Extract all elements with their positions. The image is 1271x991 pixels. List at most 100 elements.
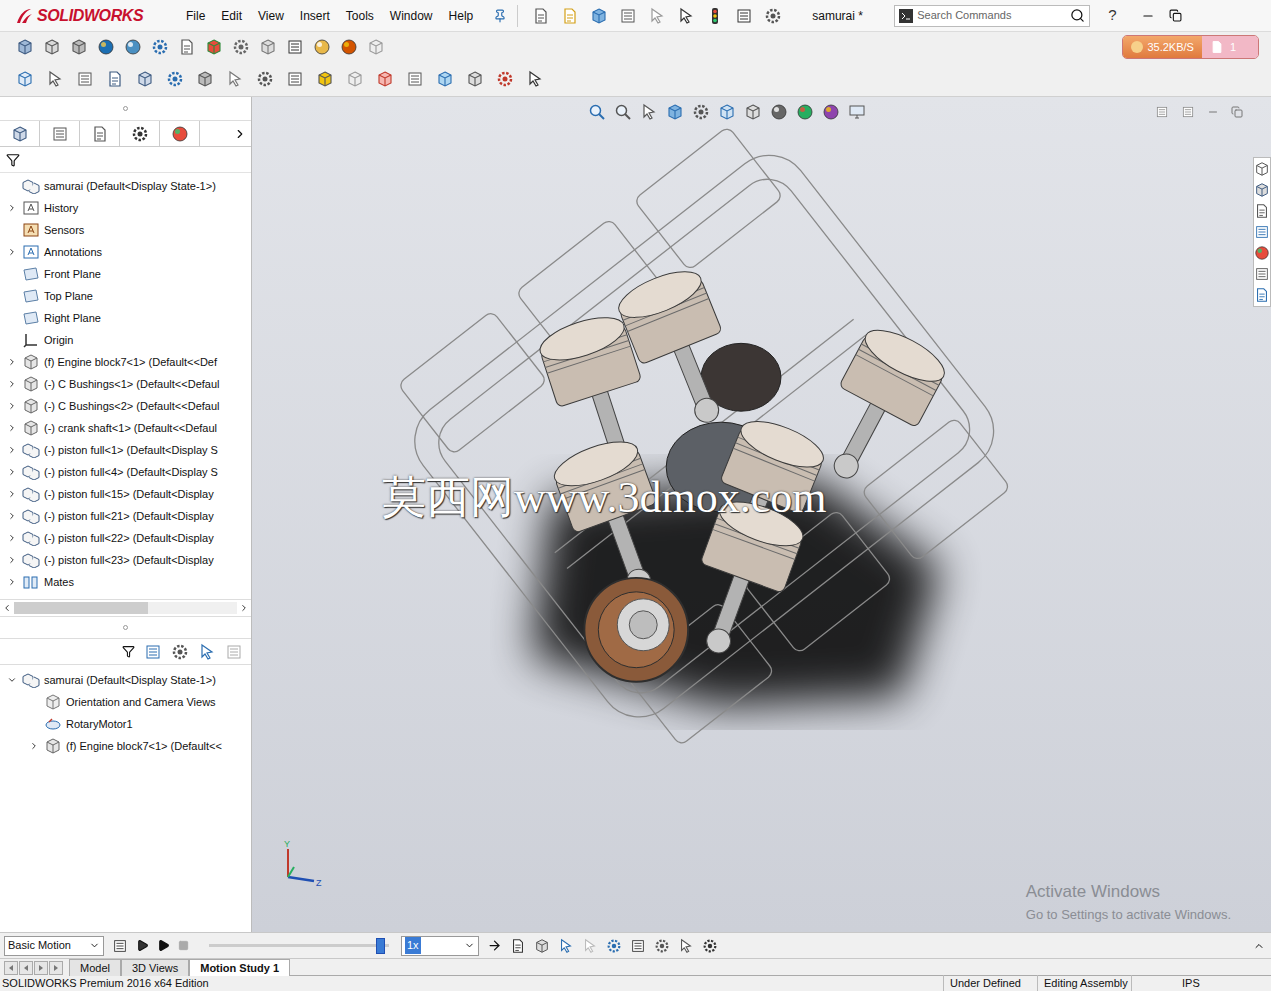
tree-item[interactable]: samurai (Default<Display State-1>) [0,175,251,197]
minimize-icon[interactable] [1141,9,1155,23]
collapsed-arrow-icon[interactable] [7,357,17,367]
property-manager-icon[interactable] [51,125,69,143]
tree-item[interactable]: Front Plane [0,263,251,285]
filter-icon[interactable] [122,645,135,658]
add-key-icon[interactable] [582,938,598,954]
scenes-icon[interactable] [822,103,840,121]
tab[interactable]: 3D Views [121,959,189,976]
stop-icon[interactable] [178,940,189,951]
tree-item[interactable]: (-) piston full<4> (Default<Display S [0,461,251,483]
render-icon[interactable] [367,38,385,56]
collapsed-arrow-icon[interactable] [7,423,17,433]
collapse-icon[interactable] [1253,940,1265,952]
collapsed-arrow-icon[interactable] [7,203,17,213]
tree-item[interactable]: (-) piston full<1> (Default<Display S [0,439,251,461]
tree-item[interactable]: (f) Engine block7<1> (Default<< [0,735,251,757]
more-tabs-icon[interactable] [233,127,247,141]
filter-results-icon[interactable] [225,643,243,661]
view-settings-icon[interactable] [848,103,866,121]
menu-item[interactable]: Tools [338,7,382,25]
pin-icon[interactable] [493,9,507,23]
dropdown-icon[interactable] [464,940,475,951]
sketch-icon[interactable] [286,38,304,56]
collapsed-arrow-icon[interactable] [7,379,17,389]
hole-icon[interactable] [436,70,454,88]
properties-icon[interactable] [1254,266,1270,282]
split-left-icon[interactable] [1155,105,1169,119]
collapsed-arrow-icon[interactable] [7,445,17,455]
feature-tree-icon[interactable] [11,125,29,143]
collapsed-arrow-icon[interactable] [7,401,17,411]
explode-view-icon[interactable] [316,70,334,88]
simulate-icon[interactable] [256,70,274,88]
bom-icon[interactable] [286,70,304,88]
dropdown-icon[interactable] [89,940,100,951]
tree-item[interactable]: (f) Engine block7<1> (Default<<Def [0,351,251,373]
collapsed-arrow-icon[interactable] [29,741,39,751]
rebuild-icon[interactable] [136,70,154,88]
collapsed-arrow-icon[interactable] [7,247,17,257]
scroll-right-icon[interactable] [239,603,249,613]
assembly-icon[interactable] [16,38,34,56]
split-right-icon[interactable] [1181,105,1195,119]
study-properties-icon[interactable] [702,938,718,954]
open-icon[interactable] [561,7,579,25]
dynamic-icon[interactable] [692,103,710,121]
tree-item[interactable]: Sensors [0,219,251,241]
tree-item[interactable]: (-) crank shaft<1> (Default<<Defaul [0,417,251,439]
instant-icon[interactable] [526,70,544,88]
logo[interactable]: SOLIDWORKS [0,4,178,28]
search-box[interactable]: Search Commands [894,5,1090,27]
tree-item[interactable]: RotaryMotor1 [0,713,251,735]
tree-item[interactable]: samurai (Default<Display State-1>) [0,669,251,691]
pattern-icon[interactable] [70,38,88,56]
study-type-select[interactable]: Basic Motion [4,936,104,956]
new-part-icon[interactable] [16,70,34,88]
motor-icon[interactable] [606,938,622,954]
last-tab-icon[interactable] [52,964,60,972]
forum-icon[interactable] [1254,287,1270,303]
horizontal-scrollbar[interactable] [0,599,251,617]
splitter-dot[interactable] [123,625,128,630]
color-icon[interactable] [205,38,223,56]
restore-icon[interactable] [1169,9,1182,22]
tab[interactable]: Motion Study 1 [189,959,290,976]
tree-item[interactable]: (-) piston full<15> (Default<Display [0,483,251,505]
explorer-icon[interactable] [1254,224,1270,240]
help-button[interactable]: ? [1108,4,1116,27]
play-from-start-icon[interactable] [136,939,149,952]
section-view-icon[interactable] [666,103,684,121]
collapsed-arrow-icon[interactable] [7,511,17,521]
graphics-area[interactable]: 莫西网www.3dmox.comYZActivate WindowsGo to … [252,97,1271,932]
dimxpert-icon[interactable] [131,125,149,143]
tree-item[interactable]: History [0,197,251,219]
minimize-icon[interactable] [1207,106,1219,118]
splitter-dot[interactable] [123,106,128,111]
bolt-icon[interactable] [232,38,250,56]
tree-item[interactable]: (-) C Bushings<2> (Default<<Defaul [0,395,251,417]
collapsed-arrow-icon[interactable] [7,489,17,499]
edit-icon[interactable] [106,70,124,88]
first-tab-icon[interactable] [7,964,15,972]
linear-icon[interactable] [166,70,184,88]
timeline-slider[interactable] [209,938,389,954]
configuration-icon[interactable] [91,125,109,143]
contact-icon[interactable] [654,938,670,954]
interfere-icon[interactable] [376,70,394,88]
spring-icon[interactable] [630,938,646,954]
move-icon[interactable] [178,38,196,56]
tree-item[interactable]: (-) C Bushings<1> (Default<<Defaul [0,373,251,395]
appear-icon[interactable] [340,38,358,56]
calculate-icon[interactable] [112,938,128,954]
next-tab-icon[interactable] [37,964,45,972]
menu-item[interactable]: Insert [292,7,338,25]
scroll-thumb[interactable] [14,602,148,614]
filter-icon[interactable] [6,153,20,167]
library-icon[interactable] [1254,203,1270,219]
tree-item[interactable]: Annotations [0,241,251,263]
undo-icon[interactable] [648,7,666,25]
timeline-thumb[interactable] [376,938,385,954]
new-icon[interactable] [532,7,550,25]
restore-icon[interactable] [1231,106,1243,118]
play-icon[interactable] [157,939,170,952]
